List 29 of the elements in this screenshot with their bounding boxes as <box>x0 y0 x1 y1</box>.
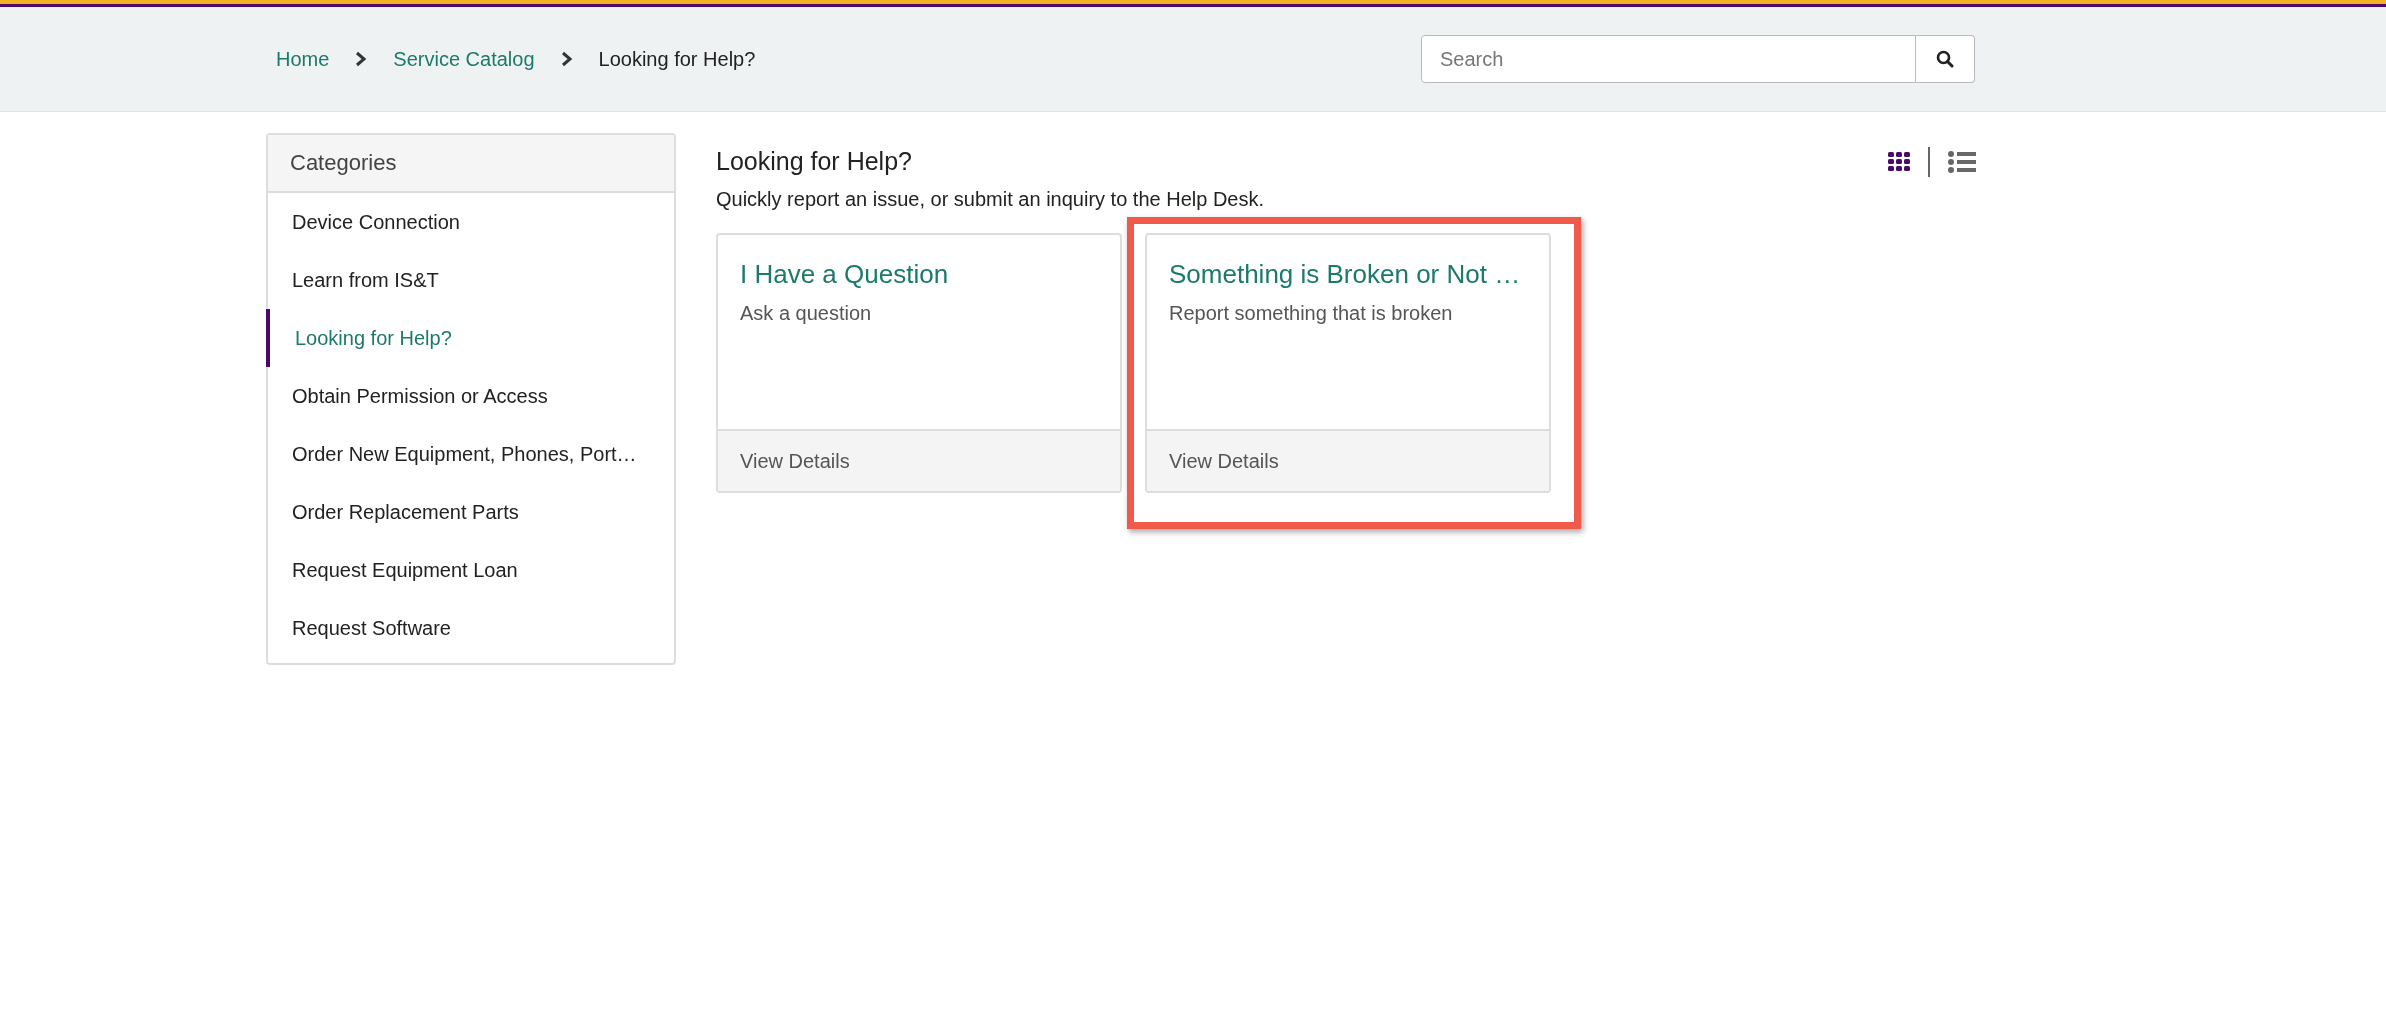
card-description: Report something that is broken <box>1169 302 1454 325</box>
list-icon <box>1948 151 1976 173</box>
category-item[interactable]: Request Software <box>266 599 674 657</box>
panel-title: Categories <box>290 150 397 176</box>
card-description: Ask a question <box>740 302 873 325</box>
grid-icon <box>1888 152 1910 172</box>
card-title-link[interactable]: Something is Broken or Not … <box>1169 259 1527 290</box>
category-item[interactable]: Looking for Help? <box>266 309 674 367</box>
category-item[interactable]: Obtain Permission or Access <box>266 367 674 425</box>
category-item[interactable]: Order Replacement Parts <box>266 483 674 541</box>
search-button[interactable] <box>1916 35 1975 83</box>
category-item[interactable]: Request Equipment Loan <box>266 541 674 599</box>
page-description: Quickly report an issue, or submit an inquiry to the Help Desk. <box>716 188 1265 211</box>
grid-view-button[interactable] <box>1886 150 1912 174</box>
breadcrumb-link[interactable]: Home <box>276 47 330 71</box>
breadcrumb-link[interactable]: Service Catalog <box>393 47 535 71</box>
card-title-link[interactable]: I Have a Question <box>740 259 1098 290</box>
breadcrumb-current: Looking for Help? <box>598 47 756 71</box>
chevron-right-icon <box>560 51 573 67</box>
search-field[interactable]: Search <box>1421 35 1916 83</box>
view-details-link[interactable]: View Details <box>718 429 1120 491</box>
category-item[interactable]: Order New Equipment, Phones, Port… <box>266 425 674 483</box>
search-icon <box>1936 50 1954 68</box>
category-item[interactable]: Device Connection <box>266 193 674 251</box>
page-title: Looking for Help? <box>716 147 913 176</box>
list-view-button[interactable] <box>1946 149 1978 175</box>
view-details-link[interactable]: View Details <box>1147 429 1549 491</box>
chevron-right-icon <box>355 51 368 67</box>
category-item[interactable]: Learn from IS&T <box>266 251 674 309</box>
